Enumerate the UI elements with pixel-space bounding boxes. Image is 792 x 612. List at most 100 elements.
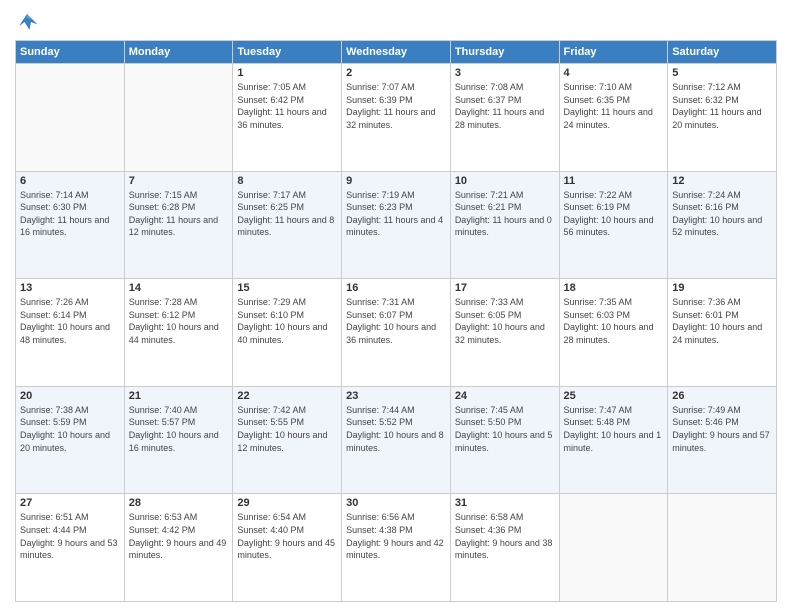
calendar-cell: 9 Sunrise: 7:19 AMSunset: 6:23 PMDaylight… [342, 171, 451, 279]
logo-bird-icon [15, 10, 39, 34]
header [15, 10, 777, 34]
calendar-cell: 24 Sunrise: 7:45 AMSunset: 5:50 PMDayligh… [450, 386, 559, 494]
calendar-week-4: 20Sunrise: 7:38 AMSunset: 5:59 PMDayligh… [16, 386, 777, 494]
day-info: Sunrise: 7:49 AMSunset: 5:46 PMDaylight:… [672, 404, 772, 454]
day-number: 29 [237, 497, 337, 509]
day-number: 9 [346, 175, 446, 187]
day-number: 22 [237, 390, 337, 402]
calendar-cell: 25 Sunrise: 7:47 AMSunset: 5:48 PMDayligh… [559, 386, 668, 494]
calendar-cell: 12 Sunrise: 7:24 AMSunset: 6:16 PMDayligh… [668, 171, 777, 279]
day-info: Sunrise: 7:19 AMSunset: 6:23 PMDaylight:… [346, 189, 446, 239]
day-number: 3 [455, 67, 555, 79]
day-info: Sunrise: 7:10 AMSunset: 6:35 PMDaylight:… [564, 81, 664, 131]
calendar-cell [559, 494, 668, 602]
day-info: Sunrise: 7:44 AMSunset: 5:52 PMDaylight:… [346, 404, 446, 454]
day-header-tuesday: Tuesday [233, 41, 342, 64]
calendar-cell: 29Sunrise: 6:54 AMSunset: 4:40 PMDayligh… [233, 494, 342, 602]
calendar-cell [668, 494, 777, 602]
day-number: 11 [564, 175, 664, 187]
day-info: Sunrise: 7:26 AMSunset: 6:14 PMDaylight:… [20, 296, 120, 346]
calendar-cell: 15 Sunrise: 7:29 AMSunset: 6:10 PMDayligh… [233, 279, 342, 387]
day-info: Sunrise: 7:45 AMSunset: 5:50 PMDaylight:… [455, 404, 555, 454]
day-header-friday: Friday [559, 41, 668, 64]
day-info: Sunrise: 7:31 AMSunset: 6:07 PMDaylight:… [346, 296, 446, 346]
page: SundayMondayTuesdayWednesdayThursdayFrid… [0, 0, 792, 612]
calendar-cell: 1 Sunrise: 7:05 AMSunset: 6:42 PMDaylight… [233, 64, 342, 172]
calendar-cell: 21Sunrise: 7:40 AMSunset: 5:57 PMDayligh… [124, 386, 233, 494]
day-info: Sunrise: 7:14 AMSunset: 6:30 PMDaylight:… [20, 189, 120, 239]
calendar-cell: 16 Sunrise: 7:31 AMSunset: 6:07 PMDayligh… [342, 279, 451, 387]
calendar-cell [124, 64, 233, 172]
day-number: 5 [672, 67, 772, 79]
day-number: 23 [346, 390, 446, 402]
day-header-thursday: Thursday [450, 41, 559, 64]
calendar-cell: 13 Sunrise: 7:26 AMSunset: 6:14 PMDayligh… [16, 279, 125, 387]
day-info: Sunrise: 7:17 AMSunset: 6:25 PMDaylight:… [237, 189, 337, 239]
day-number: 17 [455, 282, 555, 294]
day-info: Sunrise: 7:08 AMSunset: 6:37 PMDaylight:… [455, 81, 555, 131]
calendar-cell: 26 Sunrise: 7:49 AMSunset: 5:46 PMDayligh… [668, 386, 777, 494]
calendar-cell [16, 64, 125, 172]
day-number: 16 [346, 282, 446, 294]
day-number: 25 [564, 390, 664, 402]
calendar-cell: 3 Sunrise: 7:08 AMSunset: 6:37 PMDaylight… [450, 64, 559, 172]
calendar-week-5: 27 Sunrise: 6:51 AMSunset: 4:44 PMDayligh… [16, 494, 777, 602]
day-number: 30 [346, 497, 446, 509]
day-header-saturday: Saturday [668, 41, 777, 64]
day-number: 12 [672, 175, 772, 187]
calendar-cell: 18 Sunrise: 7:35 AMSunset: 6:03 PMDayligh… [559, 279, 668, 387]
day-number: 8 [237, 175, 337, 187]
calendar-cell: 17Sunrise: 7:33 AMSunset: 6:05 PMDayligh… [450, 279, 559, 387]
day-number: 26 [672, 390, 772, 402]
calendar-cell: 19 Sunrise: 7:36 AMSunset: 6:01 PMDayligh… [668, 279, 777, 387]
day-number: 14 [129, 282, 229, 294]
calendar-cell: 2 Sunrise: 7:07 AMSunset: 6:39 PMDaylight… [342, 64, 451, 172]
calendar-cell: 5 Sunrise: 7:12 AMSunset: 6:32 PMDaylight… [668, 64, 777, 172]
day-number: 7 [129, 175, 229, 187]
calendar-week-2: 6 Sunrise: 7:14 AMSunset: 6:30 PMDaylight… [16, 171, 777, 279]
calendar-cell: 14Sunrise: 7:28 AMSunset: 6:12 PMDayligh… [124, 279, 233, 387]
day-info: Sunrise: 7:42 AMSunset: 5:55 PMDaylight:… [237, 404, 337, 454]
day-number: 15 [237, 282, 337, 294]
day-header-sunday: Sunday [16, 41, 125, 64]
calendar-cell: 4 Sunrise: 7:10 AMSunset: 6:35 PMDaylight… [559, 64, 668, 172]
day-info: Sunrise: 7:35 AMSunset: 6:03 PMDaylight:… [564, 296, 664, 346]
day-info: Sunrise: 7:24 AMSunset: 6:16 PMDaylight:… [672, 189, 772, 239]
day-header-monday: Monday [124, 41, 233, 64]
calendar-week-1: 1 Sunrise: 7:05 AMSunset: 6:42 PMDaylight… [16, 64, 777, 172]
calendar-cell: 27 Sunrise: 6:51 AMSunset: 4:44 PMDayligh… [16, 494, 125, 602]
day-number: 28 [129, 497, 229, 509]
day-info: Sunrise: 6:58 AMSunset: 4:36 PMDaylight:… [455, 511, 555, 561]
day-header-wednesday: Wednesday [342, 41, 451, 64]
day-info: Sunrise: 7:05 AMSunset: 6:42 PMDaylight:… [237, 81, 337, 131]
day-info: Sunrise: 6:53 AMSunset: 4:42 PMDaylight:… [129, 511, 229, 561]
day-number: 21 [129, 390, 229, 402]
day-number: 1 [237, 67, 337, 79]
day-number: 13 [20, 282, 120, 294]
day-number: 6 [20, 175, 120, 187]
calendar-cell: 22 Sunrise: 7:42 AMSunset: 5:55 PMDayligh… [233, 386, 342, 494]
day-info: Sunrise: 7:47 AMSunset: 5:48 PMDaylight:… [564, 404, 664, 454]
day-number: 24 [455, 390, 555, 402]
calendar-cell: 20Sunrise: 7:38 AMSunset: 5:59 PMDayligh… [16, 386, 125, 494]
calendar-week-3: 13 Sunrise: 7:26 AMSunset: 6:14 PMDayligh… [16, 279, 777, 387]
day-number: 27 [20, 497, 120, 509]
calendar-cell: 8 Sunrise: 7:17 AMSunset: 6:25 PMDaylight… [233, 171, 342, 279]
day-number: 10 [455, 175, 555, 187]
day-info: Sunrise: 7:21 AMSunset: 6:21 PMDaylight:… [455, 189, 555, 239]
day-info: Sunrise: 7:36 AMSunset: 6:01 PMDaylight:… [672, 296, 772, 346]
day-info: Sunrise: 7:38 AMSunset: 5:59 PMDaylight:… [20, 404, 120, 454]
calendar-cell: 10 Sunrise: 7:21 AMSunset: 6:21 PMDayligh… [450, 171, 559, 279]
day-number: 18 [564, 282, 664, 294]
calendar-cell: 28 Sunrise: 6:53 AMSunset: 4:42 PMDayligh… [124, 494, 233, 602]
day-info: Sunrise: 6:51 AMSunset: 4:44 PMDaylight:… [20, 511, 120, 561]
day-number: 2 [346, 67, 446, 79]
day-number: 4 [564, 67, 664, 79]
day-info: Sunrise: 6:56 AMSunset: 4:38 PMDaylight:… [346, 511, 446, 561]
day-info: Sunrise: 7:12 AMSunset: 6:32 PMDaylight:… [672, 81, 772, 131]
day-number: 19 [672, 282, 772, 294]
day-info: Sunrise: 7:29 AMSunset: 6:10 PMDaylight:… [237, 296, 337, 346]
day-info: Sunrise: 7:07 AMSunset: 6:39 PMDaylight:… [346, 81, 446, 131]
calendar-header-row: SundayMondayTuesdayWednesdayThursdayFrid… [16, 41, 777, 64]
logo [15, 10, 43, 34]
